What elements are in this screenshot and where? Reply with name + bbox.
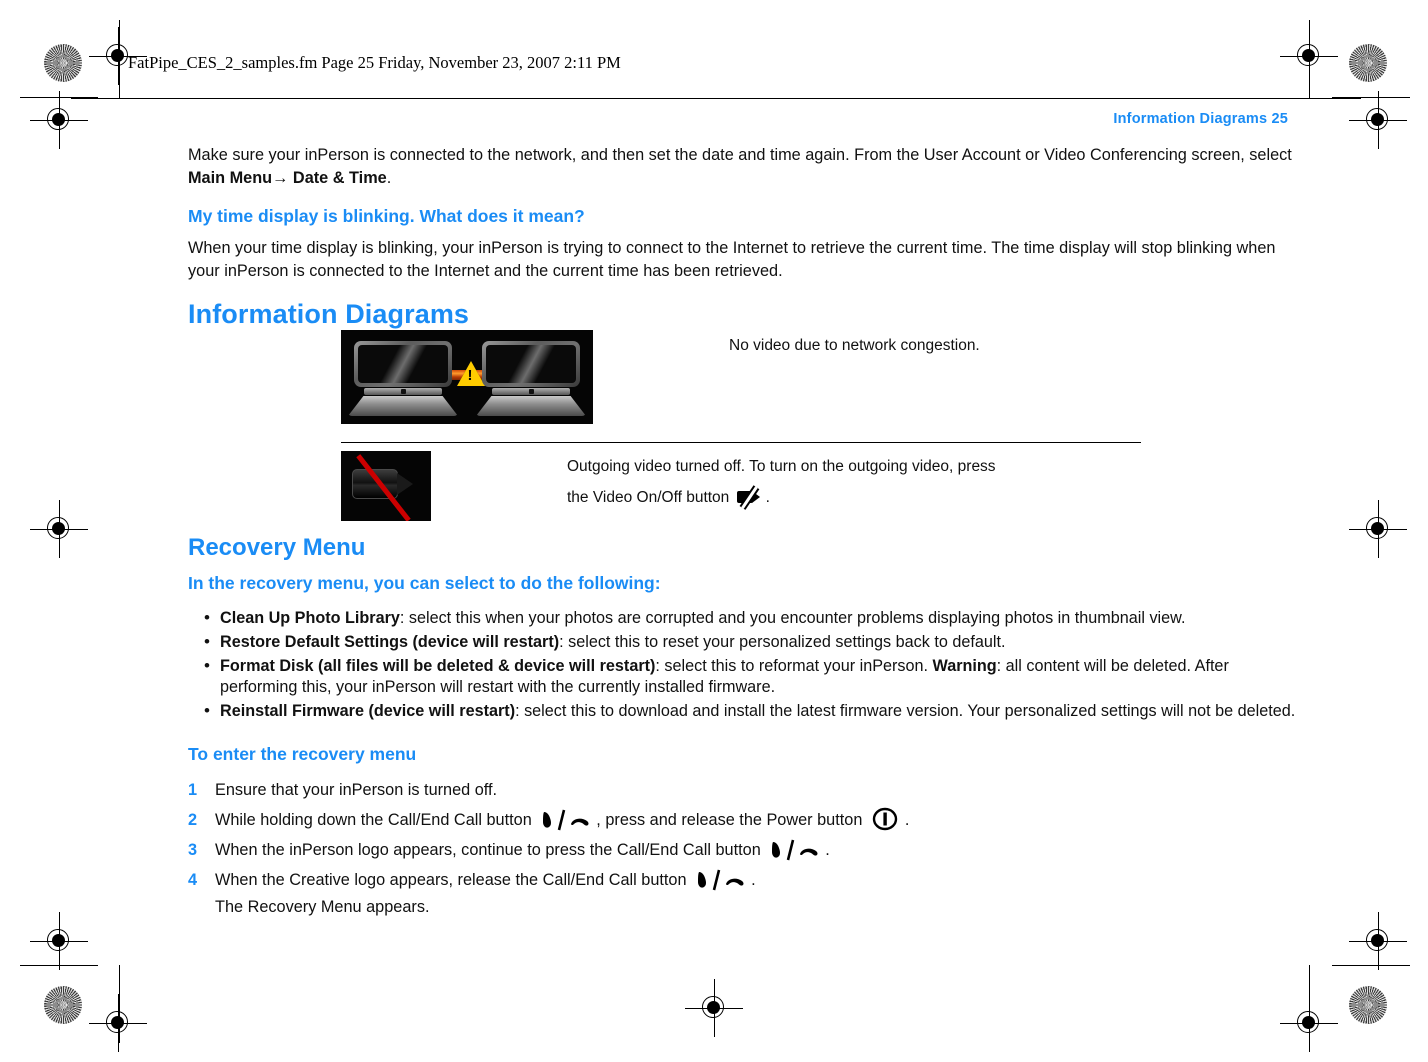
option-description-a: : select this to reformat your inPerson. [655, 657, 933, 675]
step-text-a: When the Creative logo appears, release … [215, 871, 692, 889]
registration-target-right-middle [1349, 500, 1407, 558]
call-end-call-button-icon [769, 839, 821, 861]
print-filename-header: FatPipe_CES_2_samples.fm Page 25 Friday,… [128, 53, 621, 72]
two-laptops-network-warning-icon [341, 330, 593, 424]
call-end-call-button-icon [540, 809, 592, 831]
registration-target-top-right [1280, 27, 1338, 85]
laptop-left-icon [348, 341, 458, 416]
caption-line-2: the Video On/Off button . [567, 482, 1141, 513]
diagram-image-cell [341, 330, 593, 424]
registration-target-left-middle [30, 500, 88, 558]
diagram-row-video-off: Outgoing video turned off. To turn on th… [341, 451, 1141, 522]
faq-body: When your time display is blinking, your… [188, 239, 1276, 280]
registration-target-right-lower [1349, 912, 1407, 970]
step-text-b: . [825, 841, 830, 859]
registration-target-bottom-left [89, 994, 147, 1052]
page-content: Make sure your inPerson is connected to … [188, 144, 1292, 331]
recovery-menu-subheading: In the recovery menu, you can select to … [188, 573, 661, 593]
intro-text-end: . [386, 169, 392, 187]
running-header: Information Diagrams 25 [1113, 111, 1288, 127]
intro-paragraph: Make sure your inPerson is connected to … [188, 144, 1292, 190]
step-text-b: . [751, 871, 756, 889]
information-diagrams-table: No video due to network congestion. Outg… [341, 330, 1141, 522]
option-label-clean-up-photo-library: Clean Up Photo Library [220, 609, 400, 627]
option-description: : select this when your photos are corru… [399, 609, 1186, 627]
diagram-image-cell-2 [341, 451, 431, 522]
intro-text: Make sure your inPerson is connected to … [188, 146, 1292, 164]
option-label-reinstall-firmware: Reinstall Firmware (device will restart) [220, 702, 516, 720]
crop-line-left-bottom-horizontal [20, 965, 98, 967]
registration-target-bottom-right [1280, 994, 1338, 1052]
laptop-right-icon [476, 341, 586, 416]
call-end-call-button-icon [695, 869, 747, 891]
step-1: 1 Ensure that your inPerson is turned off… [188, 775, 1298, 805]
starburst-mark-bottom-right [1349, 986, 1387, 1024]
step-text: Ensure that your inPerson is turned off. [215, 781, 498, 799]
option-description: : select this to download and install th… [515, 702, 1296, 720]
step-text-c: . [904, 811, 910, 829]
diagram-caption-video-off: Outgoing video turned off. To turn on th… [431, 451, 1141, 513]
faq-heading: My time display is blinking. What does i… [188, 206, 585, 226]
option-description: : select this to reset your personalized… [559, 633, 1006, 651]
list-item: Format Disk (all files will be deleted &… [188, 655, 1298, 698]
option-label-restore-default-settings: Restore Default Settings (device will re… [220, 633, 560, 651]
diagram-table-divider [341, 442, 1141, 444]
registration-target-left-lower [30, 912, 88, 970]
list-item: Clean Up Photo Library: select this when… [188, 607, 1298, 629]
registration-target-bottom-center [685, 979, 743, 1037]
menu-path-date-time: Date & Time [288, 169, 387, 187]
section-heading-recovery-menu: Recovery Menu [188, 534, 366, 561]
diagram-caption-network-congestion: No video due to network congestion. [729, 337, 980, 354]
step-text-a: While holding down the Call/End Call but… [215, 811, 537, 829]
warning-label: Warning [932, 657, 997, 675]
list-item: Reinstall Firmware (device will restart)… [188, 700, 1298, 722]
menu-path-main-menu: Main Menu [188, 169, 273, 187]
step-3: 3 When the inPerson logo appears, continu… [188, 835, 1298, 865]
power-button-icon [871, 807, 901, 831]
step-text-a: When the inPerson logo appears, continue… [215, 841, 766, 859]
step-number: 3 [188, 841, 198, 859]
starburst-mark-bottom-left [44, 986, 82, 1024]
video-on-off-button-icon [736, 486, 763, 509]
step-4: 4 When the Creative logo appears, release… [188, 865, 1298, 895]
step-text-b: , press and release the Power button [596, 811, 867, 829]
starburst-mark-top-left [44, 44, 82, 82]
step-number: 2 [188, 811, 198, 829]
recovery-menu-steps-list: 1 Ensure that your inPerson is turned off… [188, 775, 1298, 895]
section-heading-information-diagrams: Information Diagrams [188, 299, 470, 329]
starburst-mark-top-right [1349, 44, 1387, 82]
print-header-rule [71, 98, 1361, 100]
caption-line-2-text: the Video On/Off button [567, 489, 734, 507]
steps-footer-note: The Recovery Menu appears. [215, 898, 430, 916]
caption-line-2-period: . [765, 489, 770, 507]
menu-path-arrow: → [272, 169, 289, 187]
crop-line-right-bottom-horizontal [1332, 965, 1410, 967]
recovery-menu-section: Recovery Menu In the recovery menu, you … [188, 532, 1298, 919]
step-number: 1 [188, 781, 198, 799]
option-label-format-disk: Format Disk (all files will be deleted &… [220, 657, 656, 675]
list-item: Restore Default Settings (device will re… [188, 631, 1298, 653]
procedure-heading-enter-recovery-menu: To enter the recovery menu [188, 744, 417, 764]
step-2: 2 While holding down the Call/End Call bu… [188, 805, 1298, 835]
video-camera-off-icon [341, 451, 431, 522]
diagram-row-network-congestion: No video due to network congestion. [341, 330, 1141, 424]
step-number: 4 [188, 871, 198, 889]
registration-target-right-upper [1349, 91, 1407, 149]
recovery-menu-options-list: Clean Up Photo Library: select this when… [188, 607, 1298, 722]
registration-target-left-upper [30, 91, 88, 149]
caption-line-1: Outgoing video turned off. To turn on th… [567, 458, 996, 476]
